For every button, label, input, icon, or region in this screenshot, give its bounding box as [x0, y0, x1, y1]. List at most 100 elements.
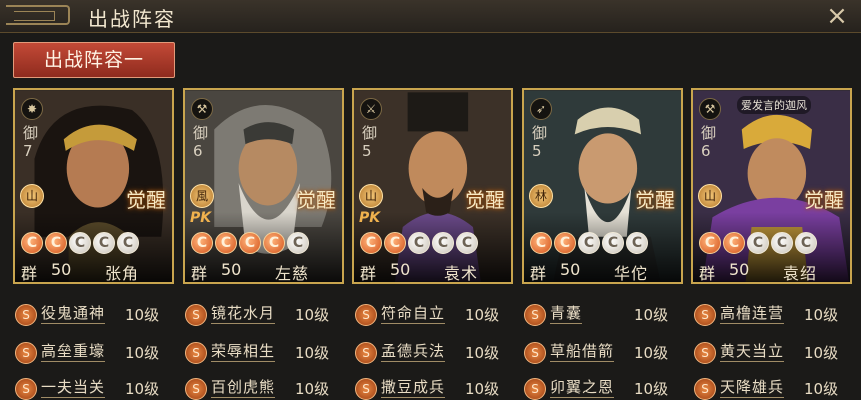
troop-type-icon: ➶ — [530, 98, 552, 120]
skill-name: 高垒重壕 — [41, 342, 106, 362]
troop-type-icon: ⚔ — [360, 98, 382, 120]
skill-row[interactable]: S 卯翼之恩 10级 — [524, 378, 684, 400]
general-card[interactable]: 爱发言的迦风 ⚒ 御 6 山 觉醒 CCCCC 群 50 袁绍 — [691, 88, 852, 284]
star-icon: C — [578, 232, 600, 254]
faction-label: 群 — [191, 264, 208, 283]
terrain-icon: 林 — [529, 184, 553, 208]
skill-row[interactable]: S 草船借箭 10级 — [524, 342, 684, 364]
cost-value: 50 — [390, 260, 411, 279]
skill-name: 天降雄兵 — [720, 378, 785, 398]
skill-level: 10级 — [804, 344, 839, 362]
awaken-badge: 觉醒 — [635, 188, 675, 212]
cost-value: 50 — [729, 260, 750, 279]
skill-s-icon: S — [355, 378, 377, 400]
star-icon: C — [360, 232, 382, 254]
skill-s-icon: S — [524, 342, 546, 364]
star-icon: C — [626, 232, 648, 254]
skill-row[interactable]: S 高橹连营 10级 — [694, 304, 854, 326]
troop-value: 5 — [532, 142, 542, 160]
skill-row[interactable]: S 一夫当关 10级 — [15, 378, 175, 400]
troop-type-icon: ✸ — [21, 98, 43, 120]
skill-level: 10级 — [125, 306, 160, 324]
star-icon: C — [723, 232, 745, 254]
skill-s-icon: S — [524, 304, 546, 326]
general-name: 袁绍 — [783, 264, 818, 283]
skill-row[interactable]: S 荣辱相生 10级 — [185, 342, 345, 364]
skill-level: 10级 — [634, 344, 669, 362]
skill-s-icon: S — [185, 342, 207, 364]
star-icon: C — [21, 232, 43, 254]
skill-s-icon: S — [15, 342, 37, 364]
terrain-icon: 山 — [359, 184, 383, 208]
troop-label: 御 — [701, 124, 717, 142]
star-rating: CCCCC — [21, 232, 139, 254]
star-icon: C — [771, 232, 793, 254]
skill-name: 镜花水月 — [211, 304, 276, 324]
skill-name: 役鬼通神 — [41, 304, 106, 324]
awaken-badge: 觉醒 — [465, 188, 505, 212]
lineup-tab-button[interactable]: 出战阵容一 — [13, 42, 175, 78]
terrain-icon: 山 — [20, 184, 44, 208]
general-info: 群 50 袁绍 — [697, 260, 847, 282]
general-card[interactable]: ⚒ 御 6 風 PK 觉醒 CCCCC 群 50 左慈 — [183, 88, 344, 284]
star-icon: C — [45, 232, 67, 254]
skill-s-icon: S — [694, 342, 716, 364]
skill-row[interactable]: S 镜花水月 10级 — [185, 304, 345, 326]
terrain-icon: 風 — [190, 184, 214, 208]
awaken-badge: 觉醒 — [126, 188, 166, 212]
star-rating: CCCCC — [191, 232, 309, 254]
star-icon: C — [699, 232, 721, 254]
skill-level: 10级 — [125, 344, 160, 362]
skill-row[interactable]: S 青囊 10级 — [524, 304, 684, 326]
skill-row[interactable]: S 高垒重壕 10级 — [15, 342, 175, 364]
troop-label: 御 — [23, 124, 39, 142]
star-icon: C — [215, 232, 237, 254]
terrain-icon: 山 — [698, 184, 722, 208]
skill-name: 青囊 — [550, 304, 583, 324]
watermark: 爱发言的迦风 — [737, 96, 811, 114]
skill-name: 卯翼之恩 — [550, 378, 615, 398]
skill-name: 高橹连营 — [720, 304, 785, 324]
pk-badge: PK — [359, 210, 381, 226]
skill-level: 10级 — [804, 380, 839, 398]
star-icon: C — [530, 232, 552, 254]
general-info: 群 50 华佗 — [528, 260, 678, 282]
star-icon: C — [287, 232, 309, 254]
skill-level: 10级 — [465, 306, 500, 324]
cost-value: 50 — [51, 260, 72, 279]
general-name: 左慈 — [275, 264, 310, 283]
skill-name: 孟德兵法 — [381, 342, 446, 362]
troop-value: 6 — [701, 142, 711, 160]
skill-level: 10级 — [634, 306, 669, 324]
skill-level: 10级 — [295, 344, 330, 362]
star-icon: C — [554, 232, 576, 254]
skill-row[interactable]: S 役鬼通神 10级 — [15, 304, 175, 326]
skill-name: 草船借箭 — [550, 342, 615, 362]
close-button[interactable]: × — [825, 3, 849, 29]
skill-row[interactable]: S 孟德兵法 10级 — [355, 342, 515, 364]
skill-s-icon: S — [355, 342, 377, 364]
general-card[interactable]: ⚔ 御 5 山 PK 觉醒 CCCCC 群 50 袁术 — [352, 88, 513, 284]
skill-row[interactable]: S 撒豆成兵 10级 — [355, 378, 515, 400]
skill-row[interactable]: S 符命自立 10级 — [355, 304, 515, 326]
general-card[interactable]: ✸ 御 7 山 觉醒 CCCCC 群 50 张角 — [13, 88, 174, 284]
skill-row[interactable]: S 百创虎熊 10级 — [185, 378, 345, 400]
general-card[interactable]: ➶ 御 5 林 觉醒 CCCCC 群 50 华佗 — [522, 88, 683, 284]
skill-level: 10级 — [465, 344, 500, 362]
skill-row[interactable]: S 黄天当立 10级 — [694, 342, 854, 364]
pk-badge: PK — [190, 210, 212, 226]
star-icon: C — [117, 232, 139, 254]
faction-label: 群 — [360, 264, 377, 283]
troop-label: 御 — [362, 124, 378, 142]
troop-type-icon: ⚒ — [191, 98, 213, 120]
skill-row[interactable]: S 天降雄兵 10级 — [694, 378, 854, 400]
skill-s-icon: S — [185, 378, 207, 400]
general-info: 群 50 袁术 — [358, 260, 508, 282]
star-rating: CCCCC — [530, 232, 648, 254]
skill-s-icon: S — [15, 304, 37, 326]
star-icon: C — [795, 232, 817, 254]
star-icon: C — [69, 232, 91, 254]
star-icon: C — [384, 232, 406, 254]
faction-label: 群 — [699, 264, 716, 283]
star-rating: CCCCC — [360, 232, 478, 254]
